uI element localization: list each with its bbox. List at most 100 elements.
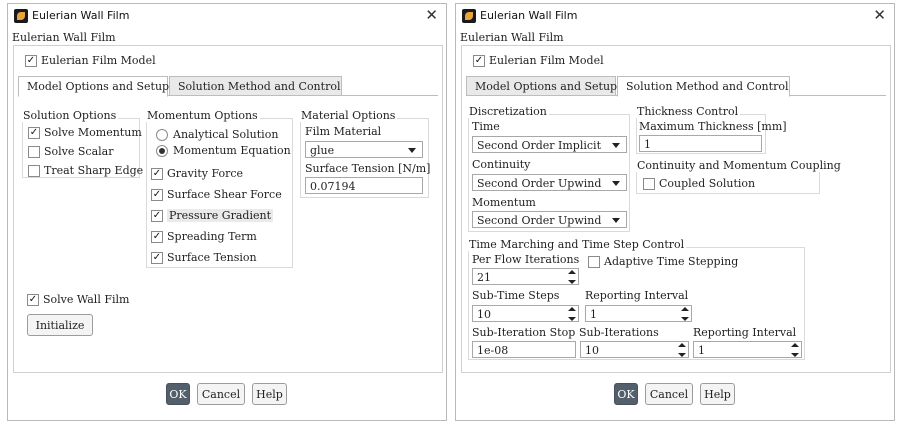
momentum-equation-radio[interactable]: Momentum Equation: [156, 144, 291, 157]
reporting-interval-2-label: Reporting Interval: [693, 326, 797, 339]
per-flow-iterations-label: Per Flow Iterations: [472, 253, 580, 266]
ok-button[interactable]: OK: [614, 383, 638, 405]
gravity-force-label: Gravity Force: [167, 167, 244, 180]
gravity-force-checkbox[interactable]: ✓ Gravity Force: [151, 167, 243, 180]
checkmark-icon: ✓: [28, 126, 40, 139]
sub-iteration-stop-input[interactable]: 1e-08: [472, 341, 576, 358]
title-bar: Eulerian Wall Film ✕: [8, 4, 446, 28]
max-thickness-input[interactable]: 1: [639, 135, 762, 152]
surface-tension-input[interactable]: 0.07194: [305, 177, 423, 194]
treat-sharp-edge-label: Treat Sharp Edge: [44, 164, 144, 177]
app-logo-icon: [462, 9, 476, 23]
analytical-solution-radio[interactable]: Analytical Solution: [156, 128, 278, 141]
analytical-solution-label: Analytical Solution: [173, 128, 279, 141]
material-options-title: Material Options: [299, 109, 398, 122]
momentum-label: Momentum: [472, 196, 536, 209]
tab-bar: Model Options and Setup Solution Method …: [466, 76, 886, 97]
sub-time-steps-stepper[interactable]: 10: [472, 305, 579, 322]
tab-model-options[interactable]: Model Options and Setup: [18, 76, 169, 97]
discretization-title: Discretization: [467, 105, 549, 118]
tab-solution-method[interactable]: Solution Method and Control: [617, 76, 790, 97]
solve-wall-film-label: Solve Wall Film: [43, 293, 130, 306]
surface-tension-value-label: Surface Tension [N/m]: [305, 162, 431, 175]
main-frame: ✓ Eulerian Film Model Model Options and …: [13, 45, 443, 373]
tab-bar: Model Options and Setup Solution Method …: [18, 76, 438, 97]
close-icon[interactable]: ✕: [873, 6, 886, 24]
window-title: Eulerian Wall Film: [32, 9, 130, 22]
sub-iteration-stop-label: Sub-Iteration Stop: [472, 326, 576, 339]
sub-iterations-label: Sub-Iterations: [579, 326, 659, 339]
spinner-arrows-icon[interactable]: [568, 307, 576, 321]
continuity-label: Continuity: [472, 158, 531, 171]
coupling-title: Continuity and Momentum Coupling: [635, 159, 843, 172]
eulerian-film-model-label: Eulerian Film Model: [41, 54, 156, 67]
checkmark-icon: ✓: [151, 230, 163, 243]
checkmark-icon: ✓: [151, 188, 163, 201]
spinner-arrows-icon[interactable]: [681, 307, 689, 321]
window-title: Eulerian Wall Film: [480, 9, 578, 22]
tab-model-options[interactable]: Model Options and Setup: [466, 76, 617, 96]
surface-shear-force-checkbox[interactable]: ✓ Surface Shear Force: [151, 188, 282, 201]
solve-scalar-label: Solve Scalar: [44, 145, 114, 158]
checkmark-icon: ✓: [27, 293, 39, 306]
adaptive-time-stepping-checkbox[interactable]: Adaptive Time Stepping: [588, 255, 738, 268]
cancel-button[interactable]: Cancel: [645, 383, 693, 405]
spreading-term-checkbox[interactable]: ✓ Spreading Term: [151, 230, 257, 243]
time-select[interactable]: Second Order Implicit: [472, 136, 627, 153]
sub-iterations-stepper[interactable]: 10: [580, 341, 689, 358]
spreading-term-label: Spreading Term: [167, 230, 257, 243]
reporting-interval-label: Reporting Interval: [585, 289, 689, 302]
adaptive-time-stepping-label: Adaptive Time Stepping: [604, 255, 739, 268]
film-material-select[interactable]: glue: [305, 141, 423, 158]
pressure-gradient-label: Pressure Gradient: [167, 209, 273, 222]
initialize-button[interactable]: Initialize: [27, 314, 93, 336]
momentum-equation-label: Momentum Equation: [173, 144, 291, 157]
checkmark-icon: ✓: [151, 167, 163, 180]
per-flow-iterations-stepper[interactable]: 21: [472, 268, 579, 285]
checkmark-icon: ✓: [473, 54, 485, 67]
spinner-arrows-icon[interactable]: [568, 270, 576, 284]
max-thickness-label: Maximum Thickness [mm]: [639, 120, 787, 133]
reporting-interval-2-stepper[interactable]: 1: [693, 341, 802, 358]
coupled-solution-label: Coupled Solution: [659, 177, 756, 190]
continuity-select[interactable]: Second Order Upwind: [472, 174, 627, 191]
surface-tension-checkbox[interactable]: ✓ Surface Tension: [151, 251, 257, 264]
eulerian-film-model-checkbox[interactable]: ✓ Eulerian Film Model: [473, 54, 604, 67]
thickness-control-title: Thickness Control: [635, 105, 741, 118]
treat-sharp-edge-checkbox[interactable]: Treat Sharp Edge: [28, 164, 143, 177]
momentum-select[interactable]: Second Order Upwind: [472, 211, 627, 228]
coupled-solution-checkbox[interactable]: Coupled Solution: [643, 177, 755, 190]
spinner-arrows-icon[interactable]: [678, 343, 686, 357]
solve-momentum-checkbox[interactable]: ✓ Solve Momentum: [28, 126, 142, 139]
surface-shear-force-label: Surface Shear Force: [167, 188, 282, 201]
time-label: Time: [472, 120, 500, 133]
title-bar: Eulerian Wall Film ✕: [456, 4, 894, 28]
reporting-interval-stepper[interactable]: 1: [585, 305, 692, 322]
surface-tension-label: Surface Tension: [167, 251, 257, 264]
solve-momentum-label: Solve Momentum: [44, 126, 142, 139]
solve-wall-film-checkbox[interactable]: ✓ Solve Wall Film: [27, 293, 129, 306]
solve-scalar-checkbox[interactable]: Solve Scalar: [28, 145, 114, 158]
close-icon[interactable]: ✕: [425, 6, 438, 24]
dialog-solution-method: Eulerian Wall Film ✕ Eulerian Wall Film …: [455, 3, 895, 421]
sub-time-steps-label: Sub-Time Steps: [472, 289, 560, 302]
main-frame: ✓ Eulerian Film Model Model Options and …: [461, 45, 891, 373]
pressure-gradient-checkbox[interactable]: ✓ Pressure Gradient: [151, 209, 273, 222]
momentum-options-title: Momentum Options: [145, 109, 260, 122]
eulerian-film-model-checkbox[interactable]: ✓ Eulerian Film Model: [25, 54, 156, 67]
checkmark-icon: ✓: [25, 54, 37, 67]
ok-button[interactable]: OK: [166, 383, 190, 405]
dialog-model-options: Eulerian Wall Film ✕ Eulerian Wall Film …: [7, 3, 447, 421]
film-material-label: Film Material: [305, 125, 382, 138]
help-button[interactable]: Help: [700, 383, 735, 405]
app-logo-icon: [14, 9, 28, 23]
help-button[interactable]: Help: [252, 383, 287, 405]
time-marching-title: Time Marching and Time Step Control: [467, 238, 687, 251]
dialog-heading: Eulerian Wall Film: [460, 31, 564, 44]
cancel-button[interactable]: Cancel: [197, 383, 245, 405]
spinner-arrows-icon[interactable]: [791, 343, 799, 357]
checkmark-icon: ✓: [151, 251, 163, 264]
solution-options-title: Solution Options: [21, 109, 119, 122]
tab-solution-method[interactable]: Solution Method and Control: [169, 76, 342, 96]
checkmark-icon: ✓: [151, 209, 163, 222]
